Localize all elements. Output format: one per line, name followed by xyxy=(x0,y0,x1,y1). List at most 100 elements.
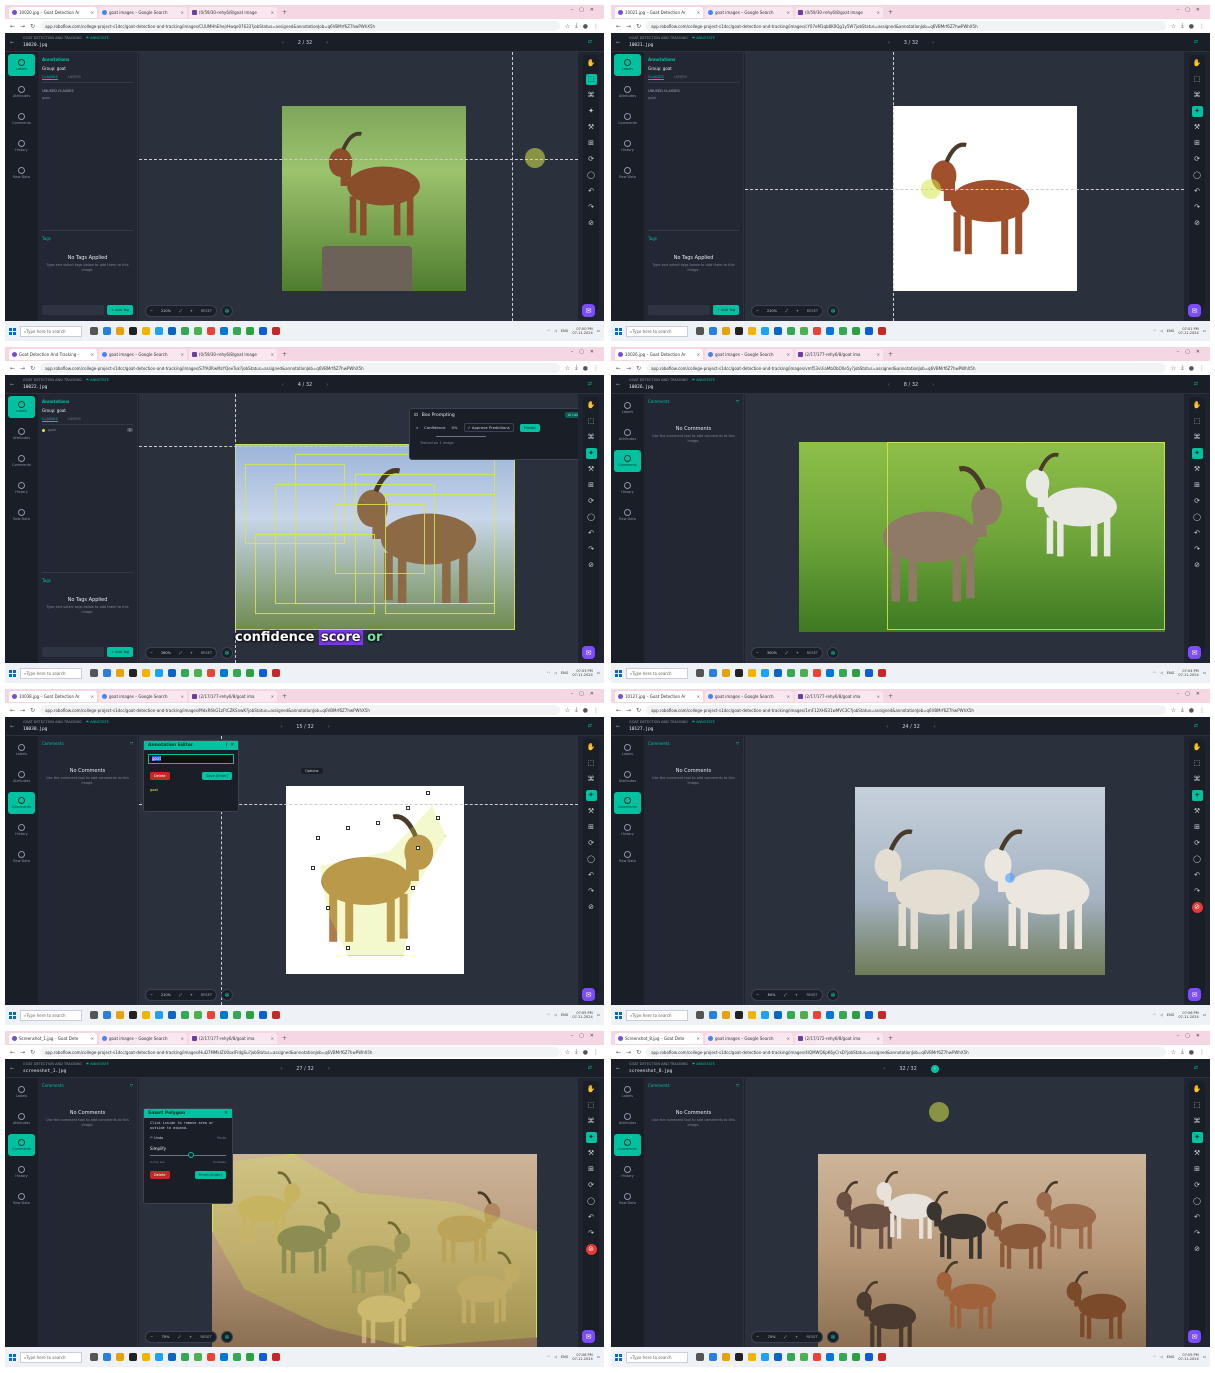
tab-classes[interactable]: CLASSES xyxy=(42,75,58,80)
close-tab-icon[interactable]: ✕ xyxy=(877,10,880,15)
bookmark-star-icon[interactable]: ☆ xyxy=(1171,707,1176,714)
taskbar-app-icon[interactable] xyxy=(207,1353,215,1361)
magic-wand-icon[interactable]: ⚒ xyxy=(586,1148,597,1159)
smart-polygon-mask[interactable] xyxy=(212,1154,537,1347)
rail-item-attributes[interactable]: Attributes xyxy=(611,78,644,105)
wifi-icon[interactable]: ◠ xyxy=(547,1013,550,1017)
browser-tab-image[interactable]: (2/17/177-rehy6/8/goat ima ✕ xyxy=(189,1032,277,1044)
taskbar-app-icon[interactable] xyxy=(800,1353,808,1361)
rail-item-history[interactable]: History xyxy=(5,816,38,843)
taskbar-app-icon[interactable] xyxy=(709,1011,717,1019)
hide-icon[interactable]: ⊘ xyxy=(1192,218,1203,229)
rail-item-attributes[interactable]: Attributes xyxy=(5,763,38,790)
annotate-link[interactable]: ⚑ ANNOTATE xyxy=(86,36,109,40)
taskbar-app-icon[interactable] xyxy=(852,327,860,335)
header-share-icon[interactable]: ⇄ xyxy=(588,1065,596,1071)
label-assist-icon[interactable]: ⊞ xyxy=(586,822,597,833)
taskbar-app-icon[interactable] xyxy=(800,669,808,677)
annotation-canvas[interactable] xyxy=(139,52,578,321)
rail-item-labels[interactable]: Labels xyxy=(611,736,644,763)
rail-item-labels[interactable]: Labels xyxy=(8,396,35,418)
polygon-vertex[interactable] xyxy=(411,886,415,890)
fit-icon[interactable]: ⤢ xyxy=(784,993,787,997)
language-indicator[interactable]: ENG xyxy=(1167,671,1175,675)
taskbar-app-icon[interactable] xyxy=(839,1011,847,1019)
rail-item-attributes[interactable]: Attributes xyxy=(611,763,644,790)
taskbar-app-icon[interactable] xyxy=(865,1011,873,1019)
system-clock[interactable]: 07:08 PM 07-11-2024 xyxy=(572,1353,592,1362)
rail-item-history[interactable]: History xyxy=(611,816,644,843)
taskbar-app-icon[interactable] xyxy=(168,1353,176,1361)
taskbar-app-icon[interactable] xyxy=(826,1011,834,1019)
browser-tab-google[interactable]: goat images – Google Search ✕ xyxy=(705,6,793,18)
taskbar-app-icon[interactable] xyxy=(735,669,743,677)
rail-item-attributes[interactable]: Attributes xyxy=(5,78,38,105)
zoom-in-icon[interactable]: + xyxy=(796,309,799,313)
undo-button[interactable]: ↶ Undo xyxy=(150,1136,163,1140)
canvas-settings-icon[interactable]: ✻ xyxy=(827,1331,839,1343)
taskbar-app-icon[interactable] xyxy=(839,327,847,335)
new-tab-icon[interactable]: + xyxy=(282,1035,287,1042)
fit-icon[interactable]: ⤢ xyxy=(178,1335,181,1339)
annotate-link[interactable]: ⚑ ANNOTATE xyxy=(86,720,109,724)
browser-tab-roboflow[interactable]: 10020.jpg – Goat Detection Ar ✕ xyxy=(9,6,97,18)
zoom-out-icon[interactable]: − xyxy=(150,993,153,997)
bookmark-star-icon[interactable]: ☆ xyxy=(1171,23,1176,30)
zoom-reset-button[interactable]: RESET xyxy=(201,1335,212,1339)
language-indicator[interactable]: ENG xyxy=(561,671,569,675)
close-tab-icon[interactable]: ✕ xyxy=(181,694,184,699)
zoom-out-icon[interactable]: − xyxy=(756,993,759,997)
taskbar-app-icon[interactable] xyxy=(233,669,241,677)
notification-icon[interactable]: ▭ xyxy=(1203,1355,1206,1359)
next-image-icon[interactable]: › xyxy=(934,724,936,730)
redo-icon[interactable]: ↷ xyxy=(586,202,597,213)
wifi-icon[interactable]: ◠ xyxy=(1153,329,1156,333)
taskbar-app-icon[interactable] xyxy=(259,1353,267,1361)
taskbar-app-icon[interactable] xyxy=(233,1011,241,1019)
redo-icon[interactable]: ↷ xyxy=(1192,886,1203,897)
redo-icon[interactable]: ↷ xyxy=(586,544,597,555)
taskbar-app-icon[interactable] xyxy=(787,669,795,677)
close-icon[interactable]: ✕ xyxy=(224,1111,228,1116)
taskbar-app-icon[interactable] xyxy=(722,327,730,335)
pan-hand-icon[interactable]: ✋ xyxy=(586,58,597,69)
tab-layers[interactable]: LAYERS xyxy=(674,75,687,80)
redo-icon[interactable]: ↷ xyxy=(1192,544,1203,555)
polygon-icon[interactable]: ⌘ xyxy=(1192,90,1203,101)
menu-dots-icon[interactable]: ⋮ xyxy=(1199,365,1205,372)
taskbar-app-icon[interactable] xyxy=(194,1353,202,1361)
back-icon[interactable]: ← xyxy=(616,724,620,730)
browser-tab-roboflow[interactable]: Screenshot_1.jpg – Goat Dete ✕ xyxy=(9,1032,97,1044)
taskbar-app-icon[interactable] xyxy=(207,669,215,677)
taskbar-app-icon[interactable] xyxy=(129,669,137,677)
taskbar-app-icon[interactable] xyxy=(116,1011,124,1019)
url-field[interactable]: app.roboflow.com/college-project-s1dcc/g… xyxy=(646,363,1166,373)
polygon-vertex[interactable] xyxy=(346,946,350,950)
taskbar-app-icon[interactable] xyxy=(826,669,834,677)
zoom-reset-button[interactable]: RESET xyxy=(201,651,212,655)
tab-layers[interactable]: LAYERS xyxy=(68,75,81,80)
taskbar-app-icon[interactable] xyxy=(735,1011,743,1019)
comment-tool-icon[interactable]: ◯ xyxy=(1192,1196,1203,1207)
repeat-icon[interactable]: ⟳ xyxy=(586,154,597,165)
taskbar-app-icon[interactable] xyxy=(748,669,756,677)
rail-item-attributes[interactable]: Attributes xyxy=(611,421,644,448)
close-tab-icon[interactable]: ✕ xyxy=(787,352,790,357)
rail-item-labels[interactable]: Labels xyxy=(614,54,641,76)
zoom-in-icon[interactable]: + xyxy=(796,651,799,655)
rail-item-raw-data[interactable]: Raw Data xyxy=(5,843,38,870)
close-tab-icon[interactable]: ✕ xyxy=(271,352,274,357)
taskbar-app-icon[interactable] xyxy=(839,669,847,677)
taskbar-app-icon[interactable] xyxy=(774,669,782,677)
header-share-icon[interactable]: ⇄ xyxy=(1194,39,1202,45)
predict-button[interactable]: Predict xyxy=(519,423,540,432)
taskbar-app-icon[interactable] xyxy=(735,327,743,335)
label-assist-icon[interactable]: ⊞ xyxy=(586,1164,597,1175)
window-controls[interactable]: –▢✕ xyxy=(1177,691,1206,697)
pan-hand-icon[interactable]: ✋ xyxy=(586,742,597,753)
bookmark-star-icon[interactable]: ☆ xyxy=(1171,365,1176,372)
prev-image-icon[interactable]: ‹ xyxy=(282,40,284,46)
volume-icon[interactable]: ◁ xyxy=(554,671,557,675)
download-icon[interactable]: ⤓ xyxy=(575,706,578,714)
simplify-slider[interactable] xyxy=(150,1152,226,1158)
